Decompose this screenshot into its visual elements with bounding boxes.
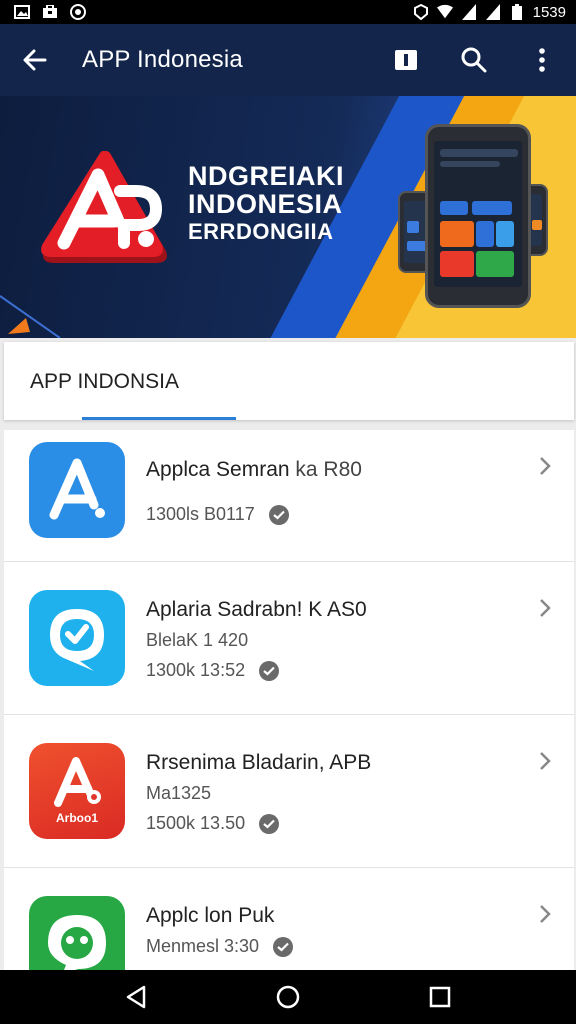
nav-back-button[interactable] bbox=[106, 970, 166, 1024]
item-title: Applc lon Puk bbox=[146, 904, 275, 927]
search-button[interactable] bbox=[440, 24, 508, 96]
more-options-button[interactable] bbox=[508, 24, 576, 96]
triangle-back-icon bbox=[126, 985, 146, 1009]
status-bar: 1539 bbox=[0, 0, 576, 24]
item-subtitle: Ma1325 bbox=[146, 783, 212, 803]
item-title: Aplaria Sadrabn! K AS0 bbox=[146, 598, 367, 621]
banner-headline: NDGREIAKI INDONESIA ERRDONGIIA bbox=[188, 162, 344, 246]
chevron-right-icon bbox=[540, 457, 551, 475]
record-icon bbox=[70, 4, 86, 20]
status-time: 1539 bbox=[532, 3, 566, 21]
letter-a-icon bbox=[29, 442, 125, 538]
item-title-text: Applca Semran bbox=[146, 458, 290, 481]
banner-line-2: INDONESIA bbox=[188, 189, 343, 219]
list-item[interactable]: Applc lon Puk Menmesl 3:30 bbox=[4, 868, 574, 970]
tab-bar: APP INDONSIA bbox=[4, 342, 574, 420]
item-meta: 1300ls B0117 bbox=[146, 504, 289, 525]
wifi-icon bbox=[436, 4, 453, 20]
nav-home-button[interactable] bbox=[258, 970, 318, 1024]
item-meta-text: 1500k 13.50 bbox=[146, 813, 246, 833]
item-meta-text: Menmesl 3:30 bbox=[146, 936, 260, 956]
battery-icon bbox=[509, 4, 525, 20]
icon-caption: Arboo1 bbox=[56, 811, 98, 825]
tab-indicator bbox=[82, 417, 236, 420]
check-circle-icon bbox=[259, 660, 280, 681]
chat-check-icon bbox=[29, 590, 125, 686]
list-item[interactable]: Aplaria Sadrabn! K AS0 BlelaK 1 420 1300… bbox=[4, 562, 574, 715]
app-logo-icon bbox=[40, 150, 170, 269]
check-circle-icon bbox=[268, 504, 289, 525]
item-meta: 1300k 13:52 bbox=[146, 660, 280, 681]
briefcase-icon bbox=[42, 4, 58, 20]
list-item[interactable]: Applca Semran ka R80 1300ls B0117 bbox=[4, 430, 574, 562]
check-circle-icon bbox=[273, 936, 294, 957]
back-button[interactable] bbox=[0, 24, 70, 96]
letter-a-icon: Arboo1 bbox=[29, 743, 125, 839]
chevron-right-icon bbox=[540, 752, 551, 770]
phone-screen bbox=[434, 141, 522, 287]
item-title: Rrsenima Bladarin, APB bbox=[146, 751, 372, 774]
phone-mockup bbox=[425, 124, 531, 308]
chevron-right-icon bbox=[540, 905, 551, 923]
system-nav-bar bbox=[0, 970, 576, 1024]
vibrate-icon bbox=[413, 4, 429, 20]
item-title: Applca Semran ka R80 bbox=[146, 458, 362, 482]
app-bar: APP Indonesia bbox=[0, 24, 576, 96]
check-circle-icon bbox=[259, 813, 280, 834]
app-list: Applca Semran ka R80 1300ls B0117 Aplari… bbox=[4, 430, 574, 970]
tab-app-indonesia[interactable]: APP INDONSIA bbox=[30, 370, 179, 394]
item-meta: Menmesl 3:30 bbox=[146, 936, 294, 957]
signal-icon bbox=[461, 4, 477, 20]
arrow-left-icon bbox=[23, 49, 47, 71]
banner-line-3: ERRDONGIIA bbox=[188, 219, 334, 244]
image-icon bbox=[14, 4, 30, 20]
item-subtitle: BlelaK 1 420 bbox=[146, 630, 249, 650]
search-icon bbox=[461, 47, 487, 73]
chevron-right-icon bbox=[540, 599, 551, 617]
page-title: APP Indonesia bbox=[82, 46, 243, 73]
banner-line-1: NDGREIAKI bbox=[188, 161, 345, 191]
chat-icon bbox=[29, 896, 125, 970]
item-meta-text: 1300k 13:52 bbox=[146, 660, 246, 680]
signal-icon bbox=[485, 4, 501, 20]
list-item[interactable]: Arboo1 Rrsenima Bladarin, APB Ma1325 150… bbox=[4, 715, 574, 868]
item-meta: 1500k 13.50 bbox=[146, 813, 280, 834]
promo-banner[interactable]: NDGREIAKI INDONESIA ERRDONGIIA bbox=[0, 96, 576, 338]
info-button[interactable] bbox=[372, 24, 440, 96]
more-vert-icon bbox=[539, 48, 545, 72]
item-title-suffix: ka R80 bbox=[295, 458, 362, 481]
nav-recents-button[interactable] bbox=[410, 970, 470, 1024]
info-icon bbox=[395, 50, 417, 70]
circle-home-icon bbox=[276, 985, 300, 1009]
square-recents-icon bbox=[429, 986, 451, 1008]
item-meta-text: 1300ls B0117 bbox=[146, 504, 255, 524]
